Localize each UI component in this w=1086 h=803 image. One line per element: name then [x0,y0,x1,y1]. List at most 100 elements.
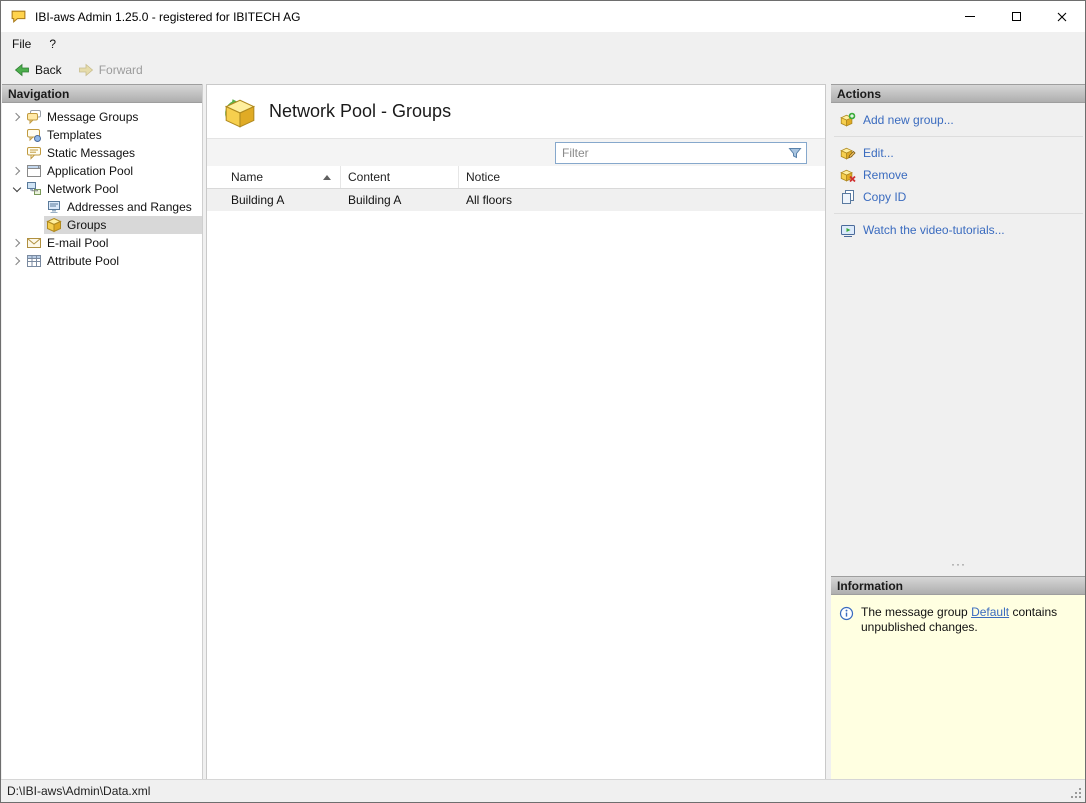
copy-icon [840,189,856,205]
column-header-content[interactable]: Content [341,166,459,188]
cell-content: Building A [348,193,402,207]
maximize-button[interactable] [993,1,1039,32]
chevron-down-icon[interactable] [10,180,24,198]
info-icon [839,606,854,621]
close-button[interactable] [1039,1,1085,32]
maximize-icon [1011,12,1021,21]
application-pool-icon [26,163,42,179]
templates-icon [26,127,42,143]
back-button[interactable]: Back [7,59,69,81]
filter-funnel-icon[interactable] [787,145,803,161]
tree-item-message-groups[interactable]: Message Groups [2,108,202,126]
tree-item-label: Network Pool [47,182,119,196]
action-watch-video-tutorials[interactable]: Watch the video-tutorials... [831,219,1085,241]
static-messages-icon [26,145,42,161]
action-edit[interactable]: Edit... [831,142,1085,164]
menu-bar: File ? [1,32,1085,56]
attribute-pool-icon [26,253,42,269]
column-header-notice[interactable]: Notice [459,166,825,188]
navigation-header: Navigation [2,84,202,103]
tree-item-label: Application Pool [47,164,134,178]
tree-item-templates[interactable]: Templates [2,126,202,144]
remove-icon [840,167,856,183]
tree-item-email-pool[interactable]: E-mail Pool [2,234,202,252]
app-window: IBI-aws Admin 1.25.0 - registered for IB… [0,0,1086,803]
table-row[interactable]: Building A Building A All floors [207,189,825,211]
page-header: Network Pool - Groups [207,85,825,138]
chevron-right-icon[interactable] [10,162,24,180]
sort-ascending-icon [323,175,331,180]
filter-input[interactable] [556,146,787,160]
action-add-new-group[interactable]: Add new group... [831,109,1085,131]
tree-item-label: Templates [47,128,102,142]
action-copy-id[interactable]: Copy ID [831,186,1085,208]
email-pool-icon [26,235,42,251]
tree-item-groups[interactable]: Groups [2,216,202,234]
cell-notice: All floors [466,193,513,207]
title-bar: IBI-aws Admin 1.25.0 - registered for IB… [1,1,1085,32]
action-remove[interactable]: Remove [831,164,1085,186]
column-header-name[interactable]: Name [207,166,341,188]
filter-field [555,142,807,164]
tree-item-label: Attribute Pool [47,254,120,268]
action-label: Edit... [863,146,894,160]
network-pool-icon [26,181,42,197]
actions-header: Actions [831,84,1085,103]
back-label: Back [35,62,62,77]
main-panel: Network Pool - Groups Name Content Notic… [206,84,826,780]
action-label: Watch the video-tutorials... [863,223,1005,237]
default-message-group-link[interactable]: Default [971,605,1009,619]
column-label: Name [231,170,264,184]
tree-item-label: Addresses and Ranges [67,200,192,214]
forward-label: Forward [98,62,143,77]
navigation-tree: Message Groups Templates Static Messages… [2,103,202,270]
cell-name: Building A [231,193,285,207]
filter-bar [207,138,825,166]
action-label: Remove [863,168,908,182]
right-panel: Actions Add new group... Edit... Remove [831,84,1085,780]
tree-item-addresses-and-ranges[interactable]: Addresses and Ranges [2,198,202,216]
action-label: Add new group... [863,113,954,127]
information-message: The message group Default contains unpub… [861,605,1076,635]
separator [834,136,1083,137]
menu-item-help[interactable]: ? [40,32,65,56]
network-pool-groups-icon [223,96,257,128]
info-text-before: The message group [861,605,968,619]
tree-item-label: Static Messages [47,146,136,160]
information-header: Information [831,576,1085,595]
tree-item-application-pool[interactable]: Application Pool [2,162,202,180]
video-tutorials-icon [840,222,856,238]
tree-item-attribute-pool[interactable]: Attribute Pool [2,252,202,270]
column-label: Notice [466,170,501,184]
window-title: IBI-aws Admin 1.25.0 - registered for IB… [35,9,301,24]
chevron-right-icon[interactable] [10,252,24,270]
edit-icon [840,145,856,161]
chevron-right-icon[interactable] [10,234,24,252]
information-panel: The message group Default contains unpub… [831,595,1085,780]
separator [834,213,1083,214]
minimize-button[interactable] [947,1,993,32]
action-label: Copy ID [863,190,907,204]
addresses-and-ranges-icon [46,199,62,215]
app-icon [10,8,27,25]
status-file-path: D:\IBI-aws\Admin\Data.xml [7,784,151,798]
add-group-icon [840,112,856,128]
menu-item-file[interactable]: File [3,32,40,56]
tree-item-network-pool[interactable]: Network Pool [2,180,202,198]
page-title: Network Pool - Groups [269,101,452,121]
forward-arrow-icon [78,62,94,78]
panel-splitter-grip[interactable]: ··· [831,558,1085,570]
groups-icon [46,217,62,233]
minimize-icon [965,16,975,17]
tree-item-label: Message Groups [47,110,139,124]
column-label: Content [348,170,391,184]
chevron-right-icon[interactable] [10,108,24,126]
resize-grip[interactable] [1068,785,1082,799]
back-arrow-icon [14,62,30,78]
forward-button[interactable]: Forward [71,59,150,81]
tree-item-static-messages[interactable]: Static Messages [2,144,202,162]
